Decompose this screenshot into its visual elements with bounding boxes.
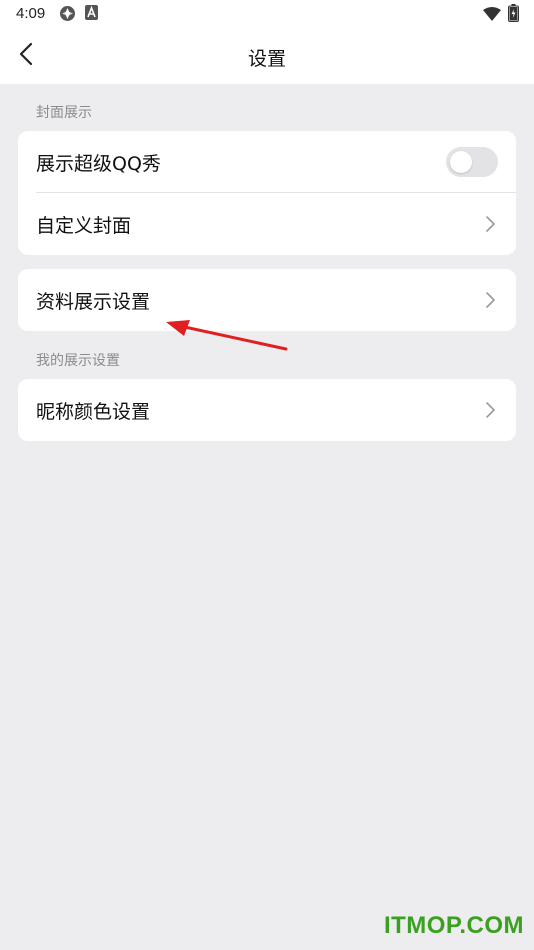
wifi-icon (483, 6, 501, 25)
battery-charging-icon (508, 4, 519, 26)
row-label: 自定义封面 (36, 215, 132, 237)
chevron-right-icon (484, 401, 496, 419)
nav-bar: 设置 (0, 28, 534, 84)
my-display-card: 昵称颜色设置 (18, 379, 516, 441)
row-label: 昵称颜色设置 (36, 401, 151, 423)
chevron-right-icon (484, 215, 496, 233)
a-badge-icon (85, 5, 98, 24)
app-badge-icon (59, 5, 76, 26)
row-show-super-qq-show: 展示超级QQ秀 (18, 131, 516, 193)
section-label-my-display: 我的展示设置 (36, 353, 120, 369)
toggle-knob (450, 151, 472, 173)
status-bar: 4:09 (0, 0, 534, 28)
red-arrow-annotation (160, 312, 295, 361)
section-label-cover: 封面展示 (36, 105, 92, 121)
row-label: 展示超级QQ秀 (36, 153, 161, 175)
row-custom-cover[interactable]: 自定义封面 (18, 193, 516, 255)
status-time: 4:09 (16, 5, 46, 22)
chevron-right-icon (484, 291, 496, 309)
site-watermark: ITMOP.COM (383, 912, 524, 939)
super-qq-show-toggle[interactable] (446, 147, 498, 177)
row-label: 资料展示设置 (36, 291, 151, 313)
page-title: 设置 (247, 48, 286, 70)
cover-settings-card: 展示超级QQ秀 自定义封面 (18, 131, 516, 255)
row-nickname-color-settings[interactable]: 昵称颜色设置 (18, 379, 516, 441)
